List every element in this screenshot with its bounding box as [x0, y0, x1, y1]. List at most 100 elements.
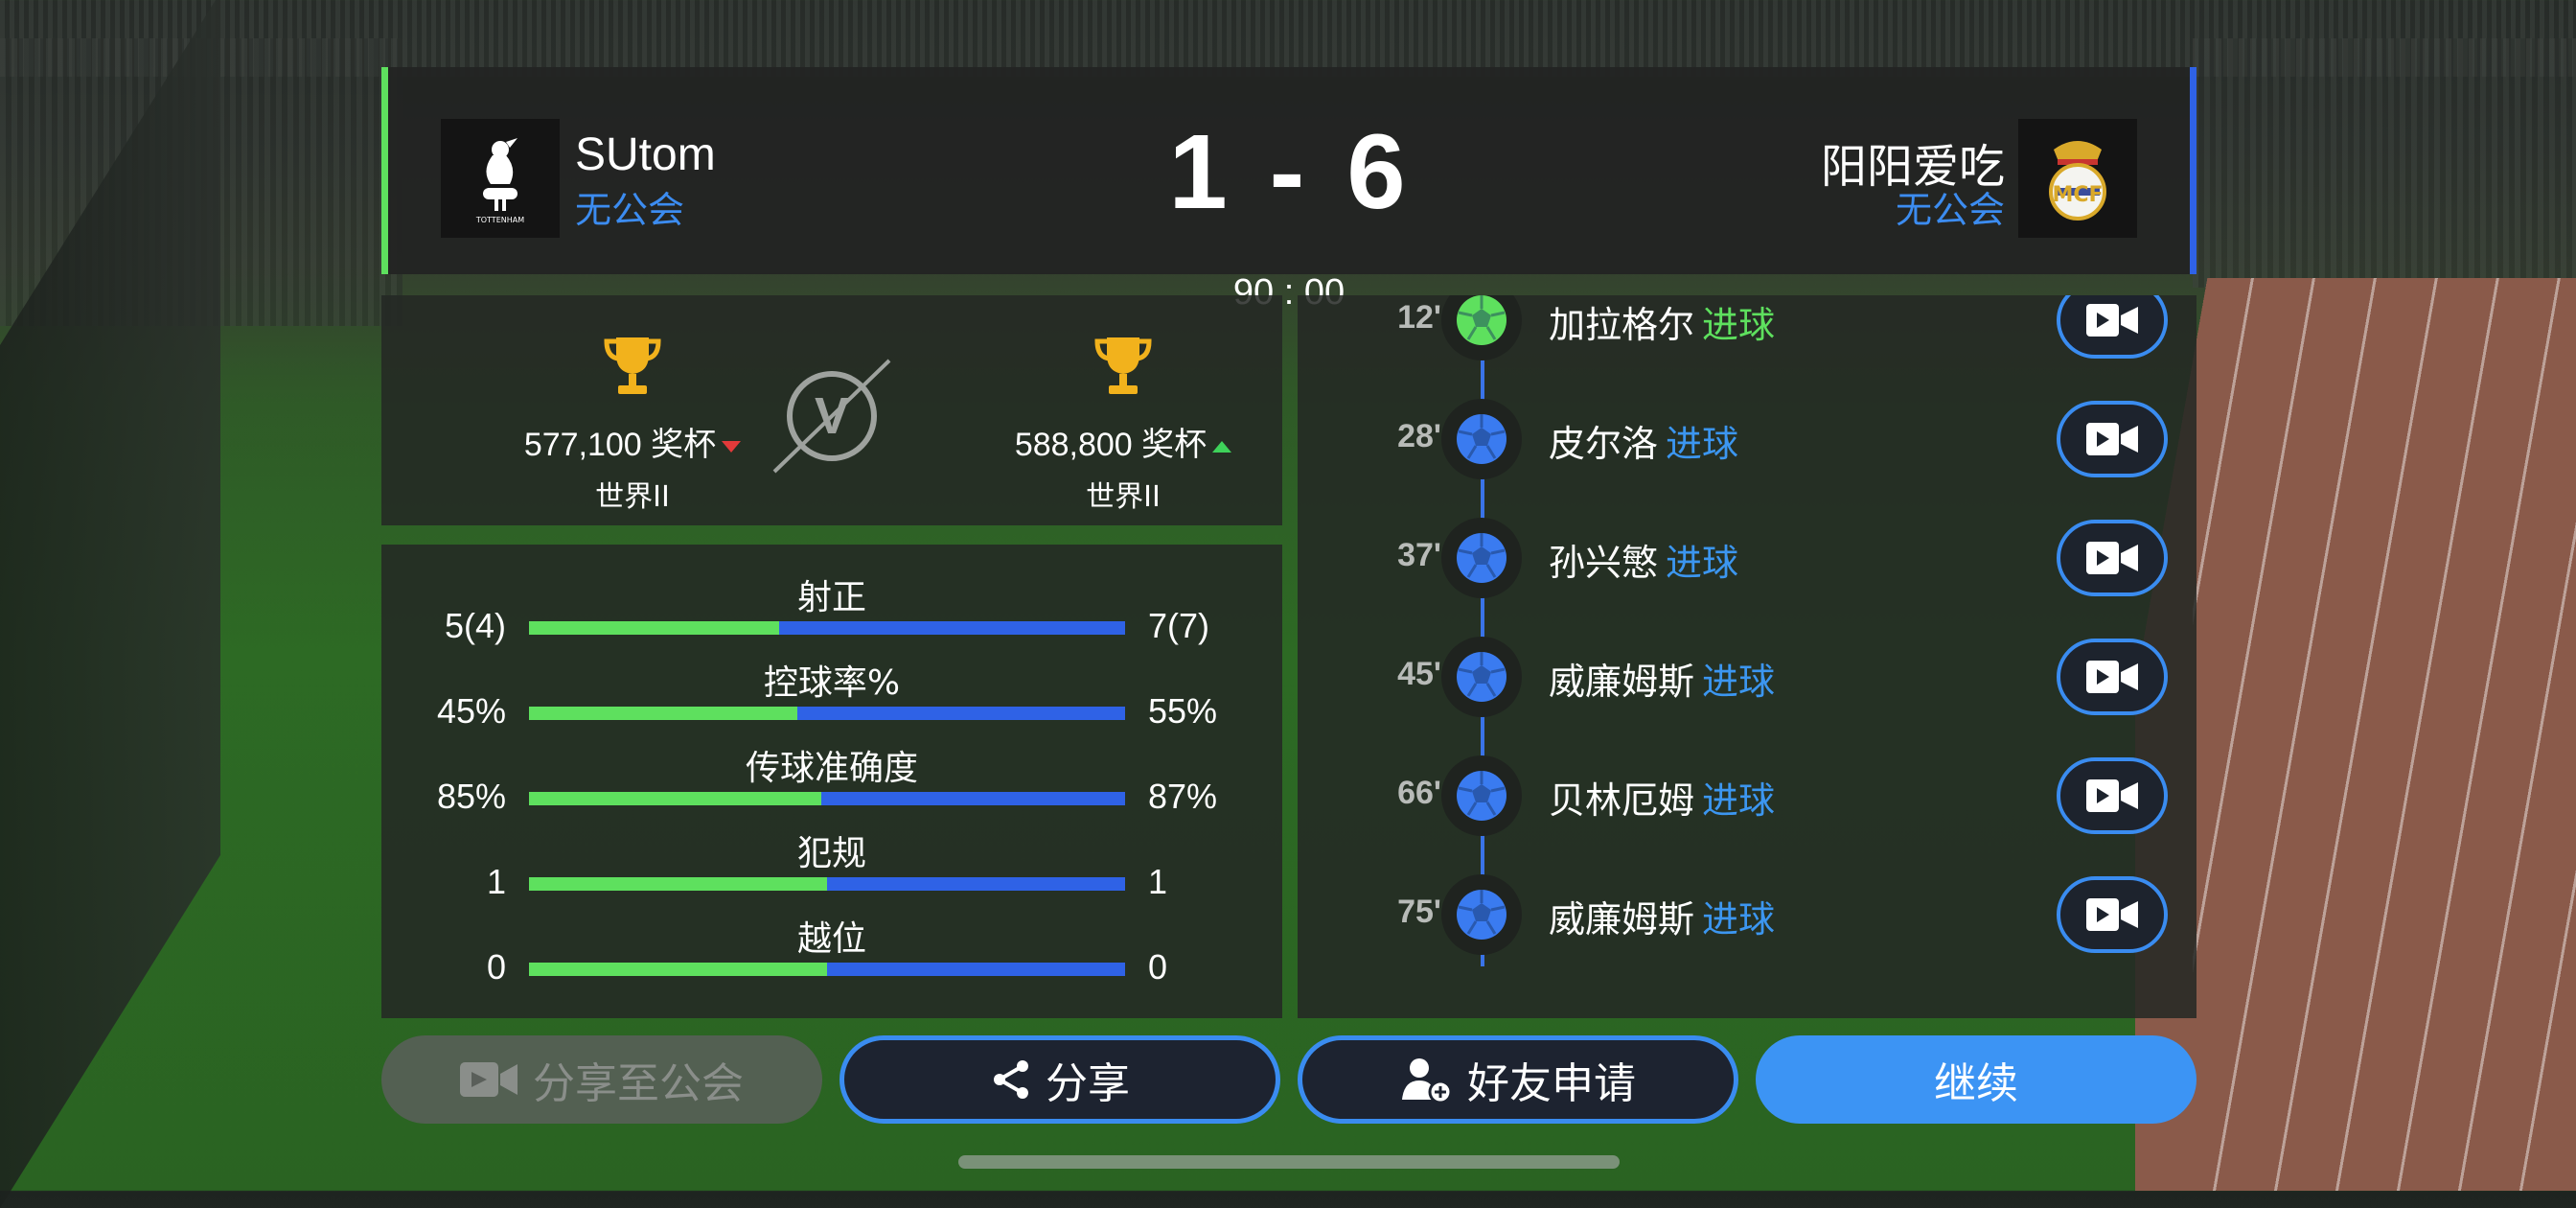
replay-video-button[interactable] [2057, 520, 2168, 596]
away-guild: 无公会 [1895, 189, 2005, 231]
stat-home-value: 5(4) [444, 606, 506, 645]
share-to-guild-button[interactable]: 分享至公会 [381, 1035, 822, 1124]
event-player: 皮尔洛 [1549, 423, 1659, 465]
stat-row: 犯规 1 1 [381, 825, 1282, 912]
stadium-stand-right [2193, 38, 2576, 288]
stat-row: 射正 5(4) 7(7) [381, 569, 1282, 656]
trophies-panel: 577,100 奖杯 世界II V 588,800 奖杯 世界II [381, 295, 1282, 525]
friend-request-label: 好友申请 [1467, 1059, 1636, 1108]
event-type: 进球 [1702, 661, 1776, 703]
stat-bar-away [827, 877, 1125, 891]
video-camera-icon [460, 1060, 519, 1099]
away-score: 6 [1346, 113, 1410, 231]
real-madrid-crest-icon: MCF [2018, 119, 2137, 238]
event-type: 进球 [1666, 542, 1739, 584]
stat-bar-home [529, 963, 827, 976]
event-player: 加拉格尔 [1549, 304, 1695, 346]
football-icon [1441, 637, 1522, 717]
trend-up-icon [1212, 441, 1232, 453]
add-friend-icon [1400, 1056, 1454, 1103]
svg-text:V: V [815, 387, 849, 445]
stat-bar [529, 963, 1125, 976]
football-icon [1441, 874, 1522, 955]
trophy-icon [604, 337, 661, 394]
event-player: 威廉姆斯 [1549, 661, 1695, 703]
match-stats-panel: 射正 5(4) 7(7) 控球率% 45% 55% 传球准确度 85% 87% … [381, 545, 1282, 1018]
stat-label: 传球准确度 [745, 749, 918, 788]
event-type: 进球 [1702, 898, 1776, 941]
track-lines [2193, 278, 2576, 1191]
stat-away-value: 7(7) [1148, 606, 1210, 645]
replay-video-button[interactable] [2057, 876, 2168, 953]
home-league: 世界II [595, 480, 670, 514]
home-indicator[interactable] [958, 1155, 1620, 1169]
share-label: 分享 [1046, 1059, 1130, 1108]
stat-bar [529, 621, 1125, 635]
away-league: 世界II [1086, 480, 1161, 514]
home-trophies: 577,100 奖杯 世界II [489, 332, 776, 515]
event-minute: 12' [1397, 299, 1441, 336]
football-icon [1441, 295, 1522, 360]
stat-home-value: 0 [486, 947, 506, 987]
replay-video-button[interactable] [2057, 401, 2168, 477]
event-description: 贝林厄姆 进球 [1549, 771, 1775, 824]
stat-away-value: 87% [1148, 777, 1218, 816]
stat-home-value: 85% [436, 777, 506, 816]
event-description: 皮尔洛 进球 [1549, 414, 1738, 467]
goal-event: 37' 孙兴慜 进球 [1298, 508, 2196, 604]
goal-event: 12' 加拉格尔 进球 [1298, 295, 2196, 366]
stat-bar [529, 877, 1125, 891]
video-camera-icon [2086, 542, 2138, 574]
match-header: TOTTENHAM SUtom 无公会 1-6 90 : 00 阳阳爱吃 无公会… [381, 67, 2196, 313]
home-trophy-count: 577,100 奖杯 [523, 427, 717, 463]
stat-bar [529, 792, 1125, 805]
football-icon [1441, 755, 1522, 836]
trophy-icon [1094, 337, 1152, 394]
goal-event: 75' 威廉姆斯 进球 [1298, 865, 2196, 961]
share-button[interactable]: 分享 [840, 1035, 1280, 1124]
goal-event: 66' 贝林厄姆 进球 [1298, 746, 2196, 842]
stat-bar-away [820, 792, 1125, 805]
football-icon [1441, 518, 1522, 598]
stat-home-value: 45% [436, 691, 506, 731]
trend-down-icon [722, 441, 742, 453]
stat-label: 越位 [796, 919, 866, 959]
video-camera-icon [2086, 898, 2138, 931]
stat-label: 射正 [796, 578, 866, 617]
replay-video-button[interactable] [2057, 639, 2168, 715]
stat-away-value: 1 [1148, 862, 1168, 901]
stat-row: 控球率% 45% 55% [381, 655, 1282, 741]
event-player: 威廉姆斯 [1549, 898, 1695, 941]
goal-event: 45' 威廉姆斯 进球 [1298, 627, 2196, 723]
share-icon [990, 1058, 1032, 1101]
friend-request-button[interactable]: 好友申请 [1298, 1035, 1738, 1124]
video-camera-icon [2086, 423, 2138, 455]
stat-bar [529, 707, 1125, 720]
stat-row: 传球准确度 85% 87% [381, 740, 1282, 826]
versus-icon: V [772, 359, 891, 474]
stat-away-value: 0 [1148, 947, 1168, 987]
goal-events-panel[interactable]: 12' 加拉格尔 进球 28' 皮尔洛 进球 37' 孙兴慜 进球 45' 威廉姆斯 进球 66' 贝林厄… [1298, 295, 2196, 1018]
home-score: 1 [1168, 113, 1231, 231]
video-camera-icon [2086, 304, 2138, 337]
replay-video-button[interactable] [2057, 757, 2168, 834]
stat-label: 控球率% [763, 663, 901, 703]
event-type: 进球 [1702, 304, 1776, 346]
stat-bar-home [529, 792, 821, 805]
event-minute: 66' [1397, 775, 1441, 811]
video-camera-icon [2086, 661, 2138, 693]
stat-bar-away [796, 707, 1125, 720]
event-description: 威廉姆斯 进球 [1549, 652, 1775, 705]
event-minute: 75' [1397, 894, 1441, 930]
goal-event: 28' 皮尔洛 进球 [1298, 389, 2196, 485]
stat-bar-away [827, 963, 1125, 976]
replay-video-button[interactable] [2057, 295, 2168, 359]
stat-home-value: 1 [486, 862, 506, 901]
event-player: 贝林厄姆 [1549, 779, 1695, 822]
away-trophy-count: 588,800 奖杯 [1014, 427, 1208, 463]
svg-text:MCF: MCF [2052, 183, 2103, 207]
score-separator: - [1269, 113, 1309, 231]
continue-button[interactable]: 继续 [1756, 1035, 2196, 1124]
event-player: 孙兴慜 [1549, 542, 1659, 584]
event-description: 孙兴慜 进球 [1549, 533, 1738, 586]
